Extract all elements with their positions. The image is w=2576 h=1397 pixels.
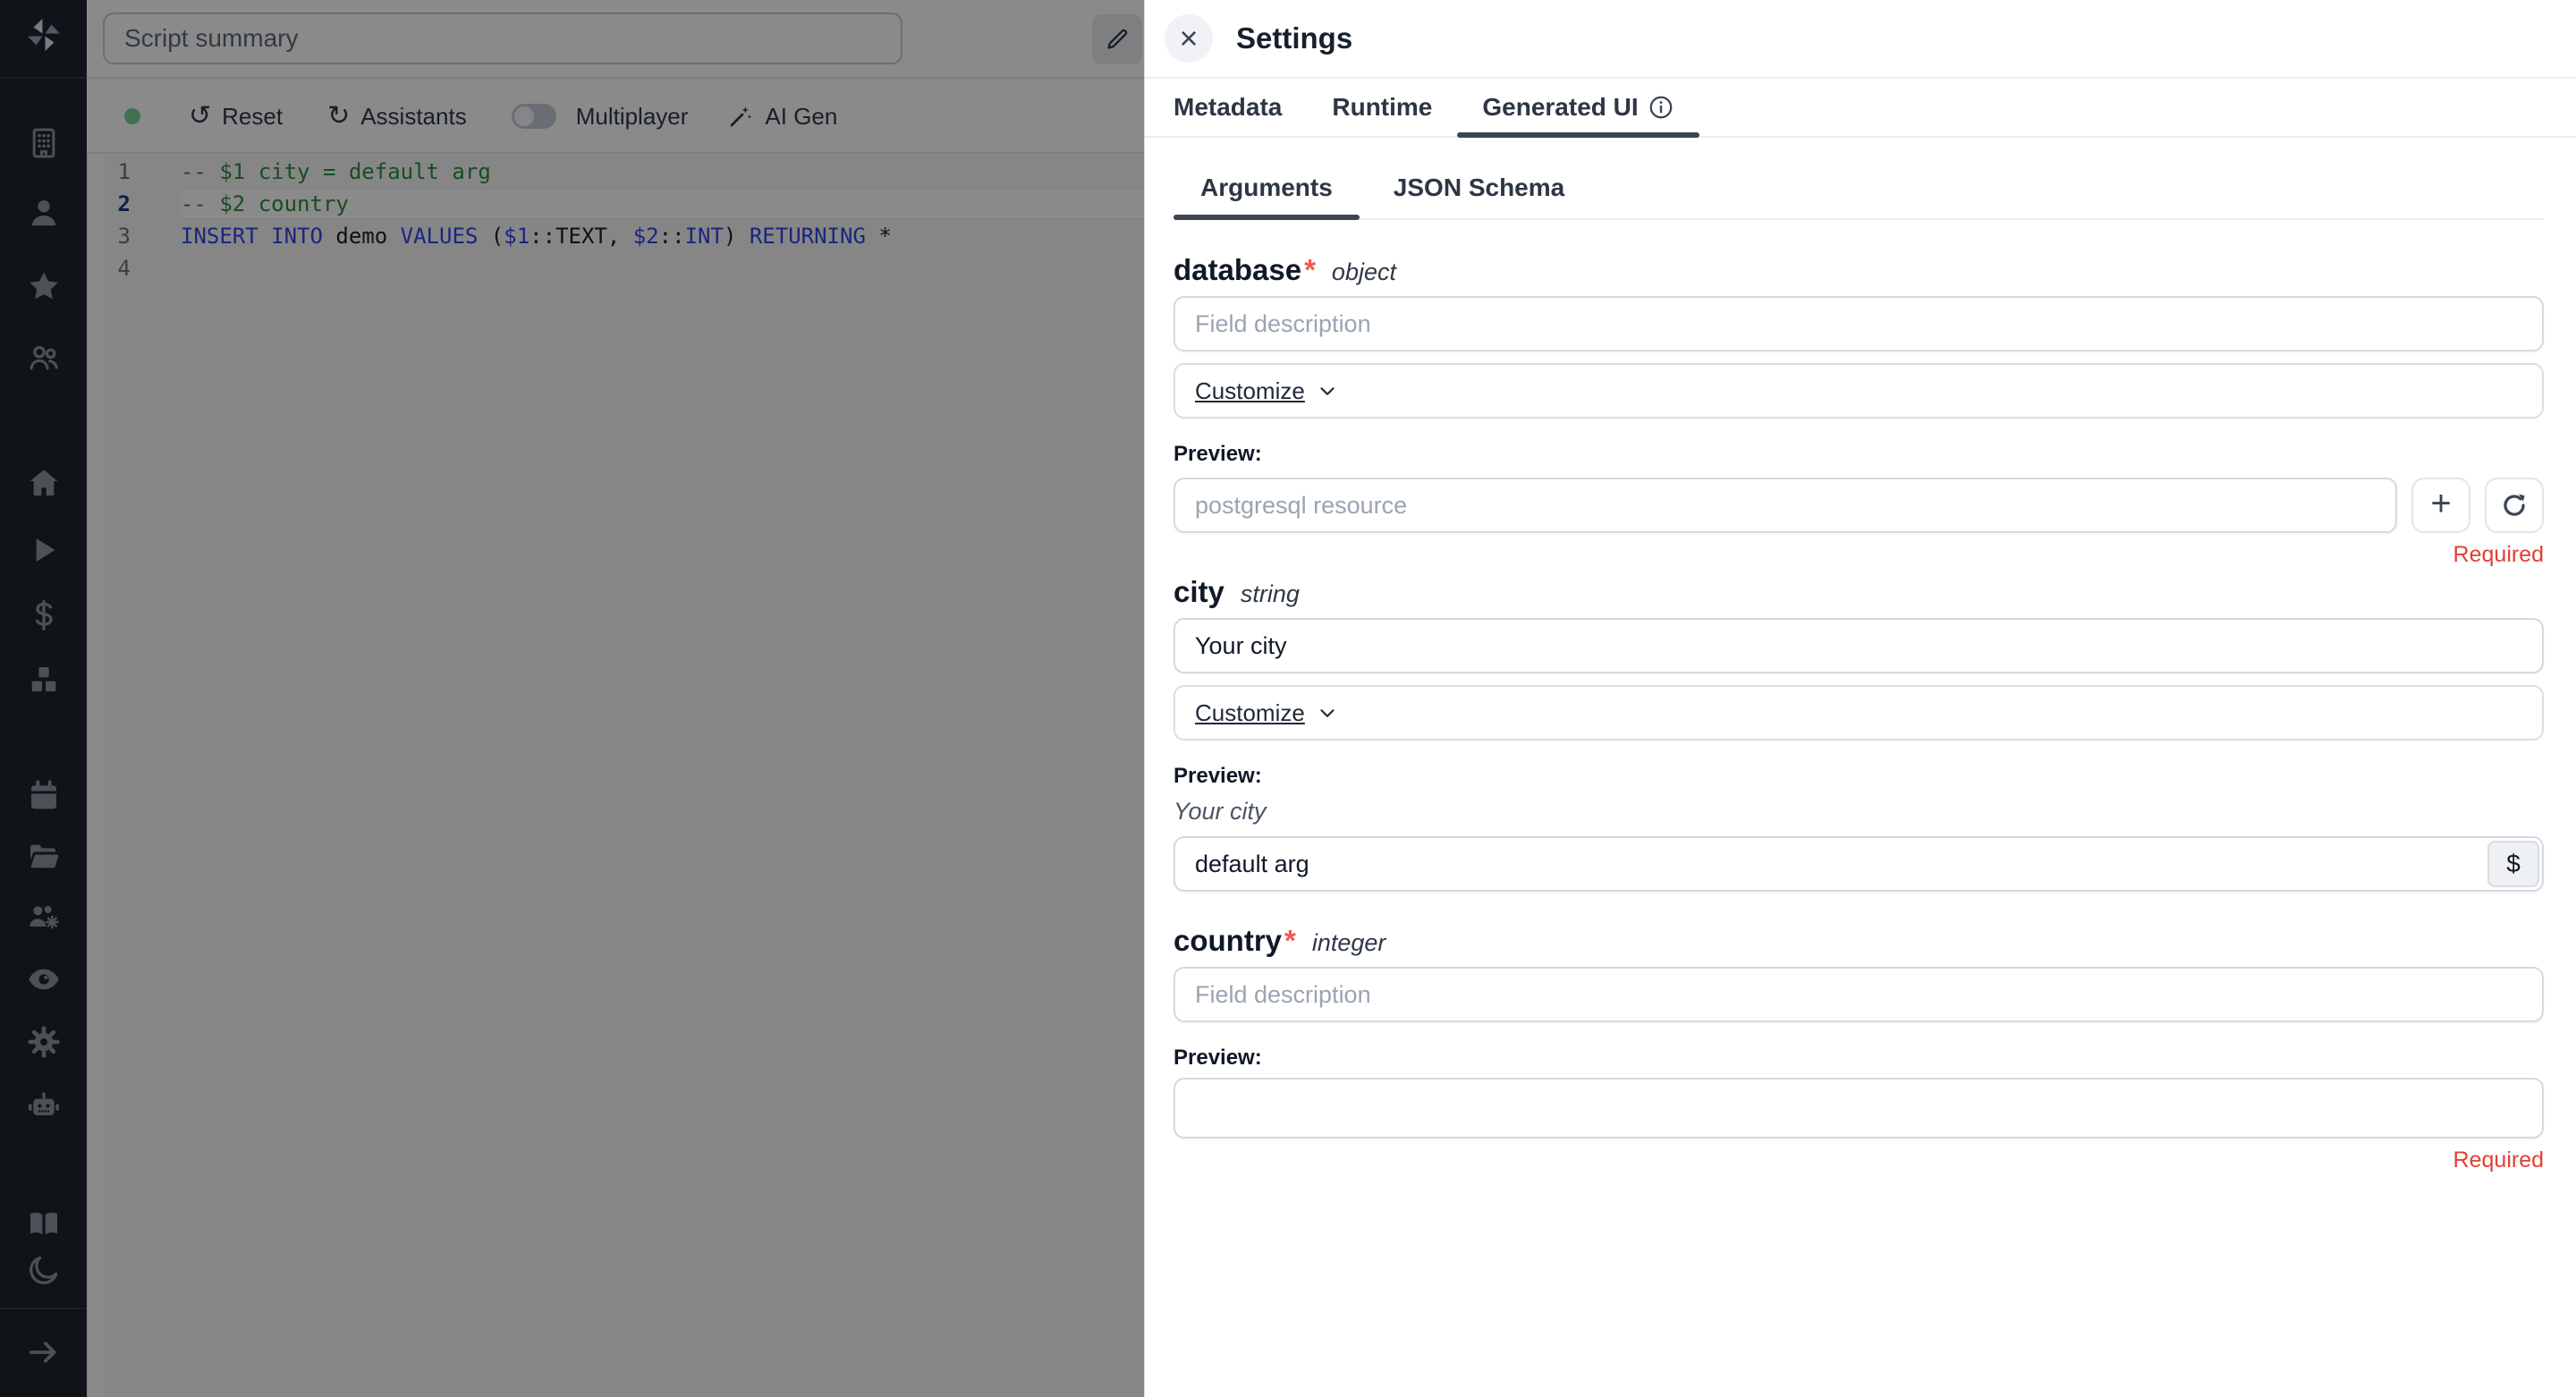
- required-hint: Required: [1174, 1147, 2544, 1173]
- tab-generated-ui[interactable]: Generated UI: [1457, 79, 1699, 136]
- refresh-icon: [2499, 490, 2529, 521]
- field-database: database* object Customize Preview: +: [1174, 253, 2544, 568]
- dollar-icon: $: [2506, 850, 2521, 878]
- subtab-label: Arguments: [1200, 174, 1333, 201]
- field-heading: city string: [1174, 575, 2544, 609]
- required-asterisk: *: [1304, 253, 1316, 287]
- chevron-down-icon[interactable]: [1316, 701, 1339, 724]
- customize-link[interactable]: Customize: [1195, 377, 1305, 405]
- tab-metadata[interactable]: Metadata: [1174, 79, 1307, 136]
- chevron-down-icon[interactable]: [1316, 379, 1339, 402]
- customize-section: Customize: [1174, 685, 2544, 741]
- field-name: country: [1174, 924, 1282, 958]
- city-preview-description: Your city: [1174, 798, 2544, 826]
- generated-ui-subtabs: Arguments JSON Schema: [1174, 161, 2544, 220]
- tab-runtime[interactable]: Runtime: [1307, 79, 1457, 136]
- field-type: string: [1241, 580, 1300, 608]
- settings-tabs: Metadata Runtime Generated UI: [1145, 79, 2576, 138]
- field-heading: database* object: [1174, 253, 2544, 287]
- add-resource-button[interactable]: +: [2411, 478, 2470, 533]
- customize-link[interactable]: Customize: [1195, 699, 1305, 727]
- settings-panel-header: × Settings: [1145, 0, 2576, 79]
- tab-label: Generated UI: [1482, 93, 1638, 122]
- subtab-json-schema[interactable]: JSON Schema: [1367, 161, 1591, 218]
- subtab-arguments[interactable]: Arguments: [1174, 161, 1360, 218]
- variable-picker-button[interactable]: $: [2487, 841, 2539, 887]
- close-icon: ×: [1179, 22, 1198, 55]
- field-heading: country* integer: [1174, 924, 2544, 958]
- info-icon[interactable]: [1648, 94, 1674, 121]
- database-preview-row: +: [1174, 478, 2544, 533]
- tab-label: Metadata: [1174, 93, 1282, 122]
- modal-dim-overlay[interactable]: [0, 0, 1144, 1397]
- field-name: city: [1174, 575, 1224, 609]
- settings-panel: × Settings Metadata Runtime Generated UI…: [1144, 0, 2576, 1397]
- required-asterisk: *: [1284, 924, 1296, 958]
- field-country: country* integer Preview: Required: [1174, 924, 2544, 1173]
- country-description-input[interactable]: [1174, 967, 2544, 1022]
- city-preview-wrap: $: [1174, 836, 2544, 892]
- tab-label: Runtime: [1332, 93, 1432, 122]
- field-type: object: [1332, 258, 1396, 286]
- city-description-input[interactable]: [1174, 618, 2544, 673]
- close-button[interactable]: ×: [1165, 14, 1213, 63]
- database-description-input[interactable]: [1174, 296, 2544, 351]
- field-city: city string Customize Preview: Your city…: [1174, 575, 2544, 892]
- database-preview-input[interactable]: [1174, 478, 2397, 533]
- field-name: database: [1174, 253, 1301, 287]
- subtab-label: JSON Schema: [1394, 174, 1564, 201]
- city-preview-input[interactable]: [1174, 836, 2544, 892]
- arguments-fields: database* object Customize Preview: +: [1145, 253, 2576, 1173]
- country-preview-input[interactable]: [1174, 1078, 2544, 1139]
- app-stage: ↺ Reset ↻ Assistants Multiplayer: [0, 0, 2576, 1397]
- panel-title: Settings: [1236, 21, 1352, 55]
- field-type: integer: [1312, 929, 1386, 957]
- required-hint: Required: [1174, 542, 2544, 568]
- plus-icon: +: [2430, 486, 2451, 521]
- preview-label: Preview:: [1174, 1046, 2544, 1071]
- refresh-resources-button[interactable]: [2485, 478, 2544, 533]
- customize-section: Customize: [1174, 363, 2544, 419]
- preview-label: Preview:: [1174, 764, 2544, 789]
- preview-label: Preview:: [1174, 442, 2544, 467]
